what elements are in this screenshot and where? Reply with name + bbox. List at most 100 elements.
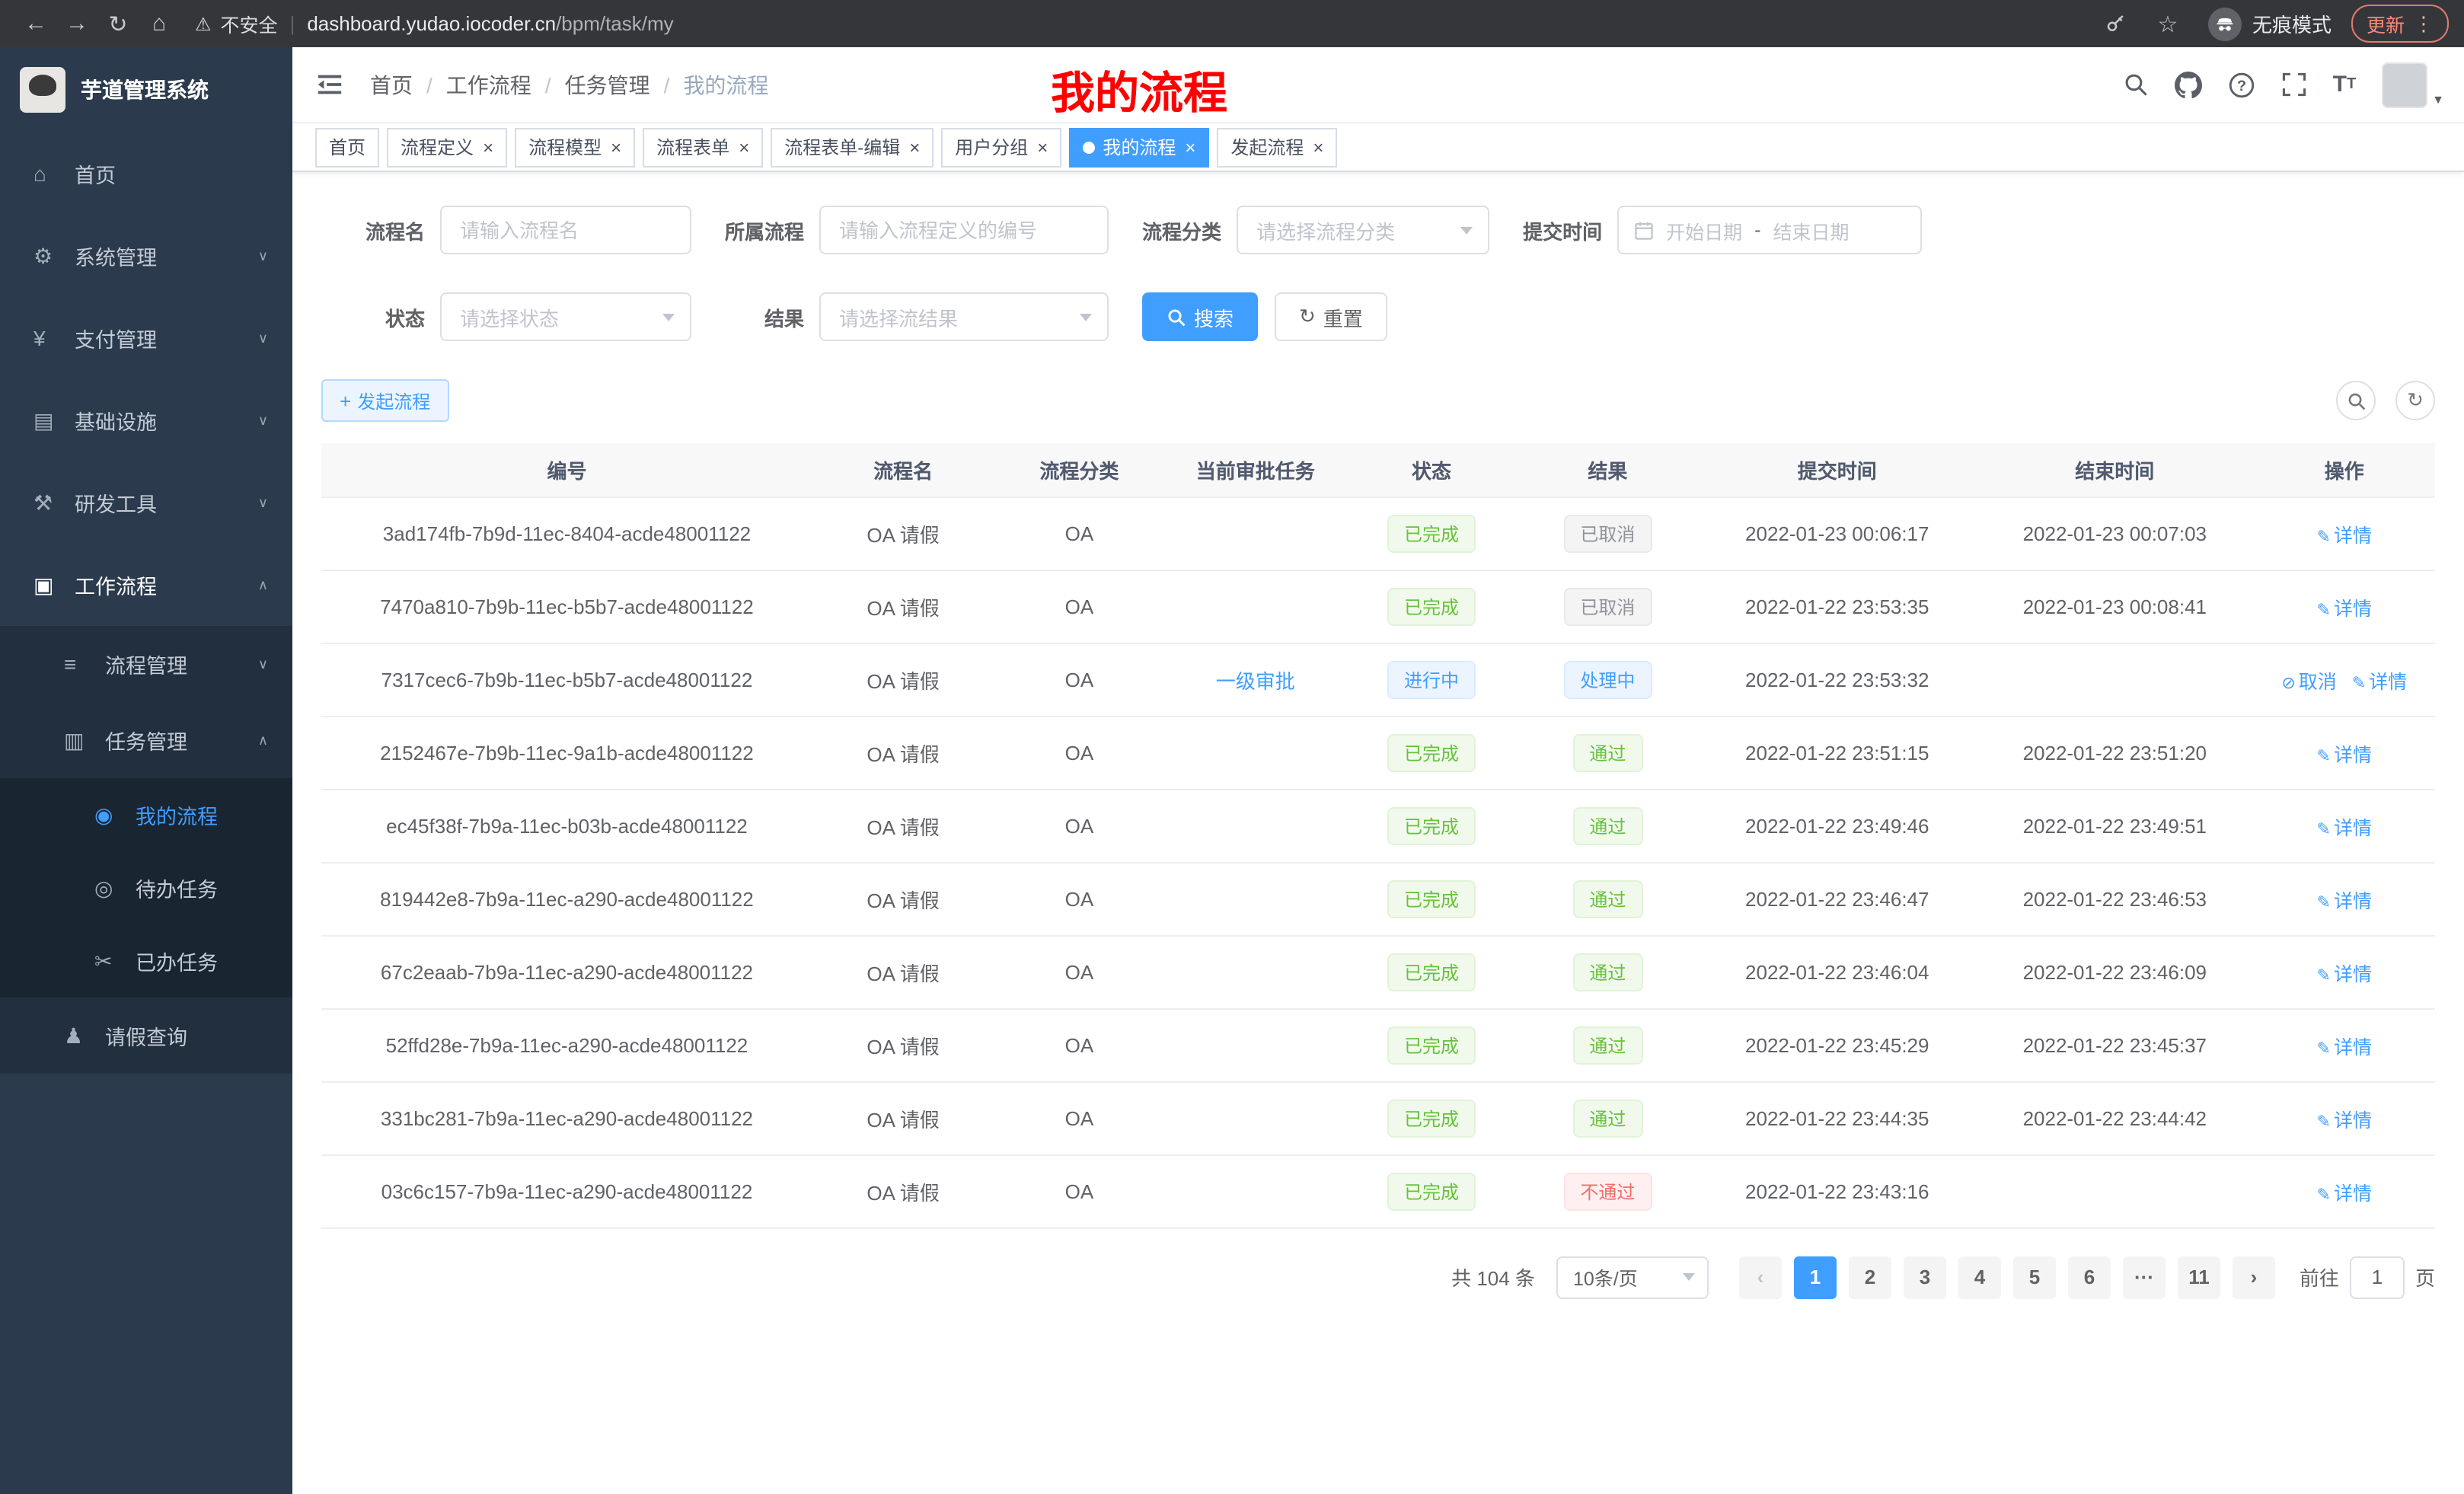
cell-status: 已完成 (1346, 1081, 1517, 1154)
toggle-search-button[interactable] (2336, 381, 2376, 420)
address-bar[interactable]: ⚠ 不安全 | dashboard.yudao.iocoder.cn/bpm/t… (195, 9, 674, 38)
password-key-icon[interactable] (2105, 7, 2127, 40)
breadcrumb-item[interactable]: 任务管理 (565, 69, 650, 100)
app-logo-row[interactable]: 芋道管理系统 (0, 47, 292, 132)
more-pages-button[interactable]: ··· (2123, 1256, 2166, 1298)
reload-icon[interactable]: ↻ (97, 10, 139, 37)
search-icon (1167, 307, 1186, 327)
sidebar-item-todo-task[interactable]: ◎待办任务 (0, 851, 292, 924)
detail-action-link[interactable]: ✎详情 (2317, 598, 2372, 619)
sidebar-toggle-icon[interactable] (315, 70, 344, 99)
cell-current-task: 一级审批 (1165, 643, 1346, 716)
close-icon[interactable]: × (1313, 138, 1323, 156)
browser-home-icon[interactable]: ⌂ (139, 11, 180, 37)
submit-time-range-picker[interactable]: 开始日期 - 结束日期 (1617, 206, 1922, 254)
page-button-5[interactable]: 5 (2013, 1256, 2056, 1298)
user-menu[interactable]: ▼ (2382, 62, 2444, 107)
total-count: 共 104 条 (1451, 1263, 1535, 1291)
table-header-row: 编号流程名流程分类当前审批任务状态结果提交时间结束时间操作 (321, 443, 2435, 496)
result-select[interactable]: 请选择流结果 (819, 292, 1109, 341)
close-icon[interactable]: × (1185, 138, 1195, 156)
incognito-icon (2208, 7, 2242, 40)
forward-icon[interactable]: → (56, 11, 97, 37)
tab-我的流程[interactable]: 我的流程 × (1069, 127, 1209, 167)
goto-page-input[interactable] (2350, 1256, 2405, 1298)
sidebar-item-system-mgmt[interactable]: ⚙系统管理∨ (0, 215, 292, 297)
detail-action-link[interactable]: ✎详情 (2317, 963, 2372, 985)
page-button-3[interactable]: 3 (1904, 1256, 1946, 1298)
browser-update-button[interactable]: 更新 ⋮ (2351, 5, 2449, 43)
search-button[interactable]: 搜索 (1142, 292, 1258, 341)
close-icon[interactable]: × (739, 138, 749, 156)
sidebar-item-infrastructure[interactable]: ▤基础设施∨ (0, 379, 292, 461)
cell-result: 通过 (1517, 862, 1698, 935)
page-button-6[interactable]: 6 (2068, 1256, 2111, 1298)
detail-action-link[interactable]: ✎详情 (2317, 890, 2372, 911)
page-button-2[interactable]: 2 (1849, 1256, 1891, 1298)
tab-流程表单[interactable]: 流程表单× (643, 127, 763, 167)
sidebar-item-payment-mgmt[interactable]: ¥支付管理∨ (0, 297, 292, 379)
detail-action-link[interactable]: ✎详情 (2317, 1109, 2372, 1131)
page-button-1[interactable]: 1 (1794, 1256, 1837, 1298)
detail-action-link[interactable]: ✎详情 (2317, 817, 2372, 838)
current-task-link[interactable]: 一级审批 (1216, 669, 1295, 692)
fullscreen-icon[interactable] (2281, 68, 2307, 101)
cell-category: OA (994, 935, 1164, 1008)
search-icon[interactable] (2123, 68, 2149, 101)
detail-action-link[interactable]: ✎详情 (2317, 525, 2372, 546)
sidebar-item-dev-tools[interactable]: ⚒研发工具∨ (0, 461, 292, 544)
sidebar-item-my-process[interactable]: ◉我的流程 (0, 778, 292, 851)
tab-流程模型[interactable]: 流程模型× (515, 127, 635, 167)
tab-发起流程[interactable]: 发起流程× (1217, 127, 1337, 167)
process-name-input[interactable] (440, 206, 691, 254)
page-size-select[interactable]: 10条/页 (1556, 1256, 1709, 1298)
page-button-11[interactable]: 11 (2178, 1256, 2220, 1298)
reset-button[interactable]: ↻ 重置 (1275, 292, 1387, 341)
tab-首页[interactable]: 首页 (315, 127, 379, 167)
help-icon[interactable]: ? (2228, 68, 2255, 101)
sidebar-item-home[interactable]: ⌂首页 (0, 132, 292, 215)
close-icon[interactable]: × (1037, 138, 1048, 156)
annotation-title: 我的流程 (1051, 58, 1227, 122)
tab-流程定义[interactable]: 流程定义× (387, 127, 507, 167)
detail-action-link[interactable]: ✎详情 (2317, 1036, 2372, 1058)
github-icon[interactable] (2175, 68, 2202, 101)
avatar[interactable] (2382, 62, 2427, 107)
sidebar-item-process-mgmt[interactable]: ≡流程管理∨ (0, 626, 292, 702)
sidebar-item-leave-query[interactable]: ♟请假查询 (0, 998, 292, 1074)
cell-submit-time: 2022-01-22 23:44:35 (1699, 1081, 1977, 1154)
detail-action-link[interactable]: ✎详情 (2352, 671, 2407, 692)
tab-label: 我的流程 (1103, 134, 1176, 160)
close-icon[interactable]: × (611, 138, 621, 156)
detail-action-link[interactable]: ✎详情 (2317, 744, 2372, 765)
column-header: 流程名 (812, 443, 994, 496)
app-logo-icon (20, 67, 65, 113)
browser-menu-icon[interactable]: ⋮ (2414, 11, 2434, 36)
cell-current-task (1165, 716, 1346, 789)
font-size-icon[interactable]: TT (2333, 68, 2357, 101)
filter-result-label: 结果 (725, 302, 804, 331)
close-icon[interactable]: × (909, 138, 920, 156)
create-process-button[interactable]: + 发起流程 (321, 379, 448, 422)
category-select[interactable]: 请选择流程分类 (1237, 206, 1489, 254)
back-icon[interactable]: ← (15, 11, 56, 37)
sidebar-item-task-mgmt[interactable]: ▥任务管理∧ (0, 702, 292, 778)
process-definition-input[interactable] (819, 206, 1109, 254)
next-page-button[interactable]: › (2233, 1256, 2275, 1298)
status-select[interactable]: 请选择状态 (440, 292, 691, 341)
tab-流程表单-编辑[interactable]: 流程表单-编辑× (771, 127, 934, 167)
cancel-action-link[interactable]: ⊘取消 (2281, 671, 2336, 692)
prev-page-button[interactable]: ‹ (1739, 1256, 1782, 1298)
close-icon[interactable]: × (483, 138, 493, 156)
sidebar-item-done-task[interactable]: ✂已办任务 (0, 924, 292, 998)
end-date-placeholder: 结束日期 (1773, 215, 1849, 244)
breadcrumb-item[interactable]: 工作流程 (446, 69, 531, 100)
refresh-table-button[interactable]: ↻ (2395, 381, 2435, 420)
cell-category: OA (994, 862, 1164, 935)
detail-action-link[interactable]: ✎详情 (2317, 1183, 2372, 1204)
page-button-4[interactable]: 4 (1958, 1256, 2001, 1298)
breadcrumb-item[interactable]: 首页 (370, 69, 413, 100)
sidebar-item-workflow[interactable]: ▣工作流程∧ (0, 544, 292, 626)
bookmark-star-icon[interactable]: ☆ (2147, 10, 2188, 37)
tab-用户分组[interactable]: 用户分组× (941, 127, 1061, 167)
